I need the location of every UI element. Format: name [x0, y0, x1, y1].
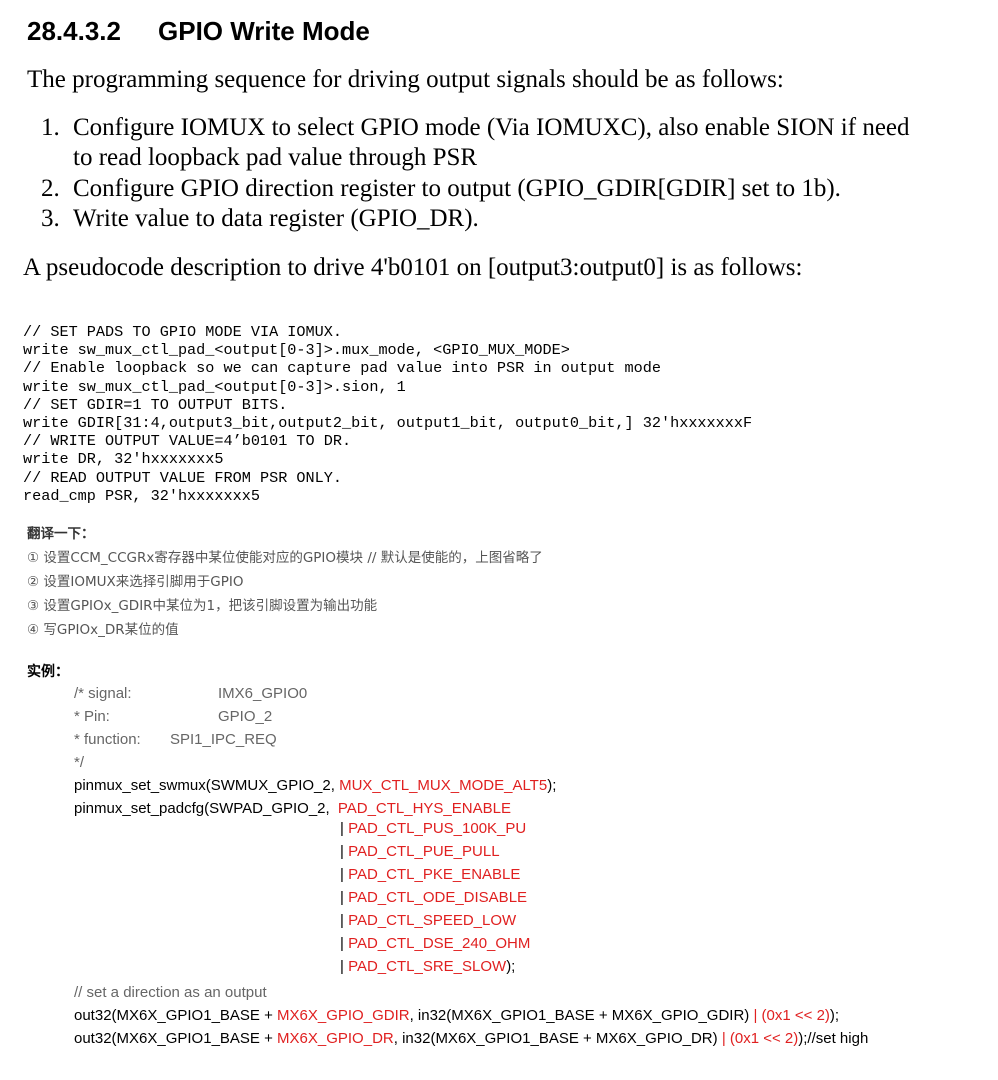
comment-signal-label: /* signal:	[74, 685, 132, 702]
code-segment: , in32(MX6X_GPIO1_BASE + MX6X_GPIO_GDIR)	[409, 1007, 754, 1024]
padcfg-end: );	[506, 958, 516, 975]
pseudocode-intro: A pseudocode description to drive 4'b010…	[23, 254, 803, 281]
swmux-suffix: );	[547, 777, 557, 794]
code-line: // WRITE OUTPUT VALUE=4’b0101 TO DR.	[23, 432, 352, 451]
padcfg-flag-line: | PAD_CTL_PUS_100K_PU	[340, 820, 526, 837]
code-line: // SET GDIR=1 TO OUTPUT BITS.	[23, 395, 288, 414]
flag-separator: |	[340, 843, 349, 860]
code-register: MX6X_GPIO_DR	[277, 1030, 394, 1047]
comment-function-value: SPI1_IPC_REQ	[170, 731, 277, 748]
swmux-mode: MUX_CTL_MUX_MODE_ALT5	[339, 777, 548, 794]
section-title: GPIO Write Mode	[158, 16, 370, 46]
step-text: Configure IOMUX to select GPIO mode (Via…	[73, 114, 910, 141]
code-bitmask: | (0x1 << 2)	[721, 1030, 799, 1047]
comment-signal-value: IMX6_GPIO0	[218, 685, 308, 702]
comment-function-label: * function:	[74, 731, 141, 748]
step-number: 2.	[41, 175, 60, 202]
flag-separator: |	[340, 958, 349, 975]
direction-comment: // set a direction as an output	[74, 984, 267, 1001]
code-line: // SET PADS TO GPIO MODE VIA IOMUX.	[23, 323, 342, 341]
code-line: write GDIR[31:4,output3_bit,output2_bit,…	[23, 413, 753, 432]
swmux-prefix: pinmux_set_swmux(SWMUX_GPIO_2,	[74, 777, 340, 794]
padcfg-prefix: pinmux_set_padcfg(SWPAD_GPIO_2,	[74, 800, 334, 817]
padcfg-flag: PAD_CTL_PUE_PULL	[348, 843, 500, 860]
translation-title: 翻译一下：	[27, 526, 95, 542]
section-number: 28.4.3.2	[27, 16, 121, 46]
code-line: write DR, 32'hxxxxxxx5	[23, 450, 224, 469]
code-line: write sw_mux_ctl_pad_<output[0-3]>.mux_m…	[23, 341, 570, 360]
padcfg-flag-line: | PAD_CTL_PUE_PULL	[340, 843, 500, 860]
padcfg-flag-line: | PAD_CTL_PKE_ENABLE	[340, 866, 520, 883]
padcfg-flag: PAD_CTL_DSE_240_OHM	[348, 935, 531, 952]
padcfg-flag: PAD_CTL_PUS_100K_PU	[348, 820, 527, 837]
padcfg-flag-line: | PAD_CTL_ODE_DISABLE	[340, 889, 527, 906]
translation-item-2: ② 设置IOMUX来选择引脚用于GPIO	[27, 574, 244, 590]
translation-item-1: ① 设置CCM_CCGRx寄存器中某位使能对应的GPIO模块 // 默认是使能的…	[27, 550, 543, 566]
translation-item-3: ③ 设置GPIOx_GDIR中某位为1，把该引脚设置为输出功能	[27, 598, 378, 614]
flag-separator: |	[340, 935, 349, 952]
example-title: 实例：	[27, 664, 69, 680]
comment-close: */	[74, 754, 85, 771]
padcfg-flag-line: | PAD_CTL_DSE_240_OHM	[340, 935, 530, 952]
code-segment: , in32(MX6X_GPIO1_BASE + MX6X_GPIO_DR)	[393, 1030, 722, 1047]
out32-gdir-line: out32(MX6X_GPIO1_BASE + MX6X_GPIO_GDIR, …	[74, 1007, 839, 1024]
out32-dr-line: out32(MX6X_GPIO1_BASE + MX6X_GPIO_DR, in…	[74, 1030, 868, 1047]
translation-item-4: ④ 写GPIOx_DR某位的值	[27, 622, 179, 638]
padcfg-flag: PAD_CTL_SPEED_LOW	[348, 912, 517, 929]
code-segment: );//set high	[798, 1030, 869, 1047]
step-text: Configure GPIO direction register to out…	[73, 175, 841, 202]
step-number: 1.	[41, 114, 60, 141]
code-segment: out32(MX6X_GPIO1_BASE +	[74, 1030, 278, 1047]
flag-separator: |	[340, 820, 349, 837]
code-line: read_cmp PSR, 32'hxxxxxxx5	[23, 486, 260, 505]
swmux-call: pinmux_set_swmux(SWMUX_GPIO_2, MUX_CTL_M…	[74, 777, 556, 794]
flag-separator: |	[340, 866, 349, 883]
step-text-continued: to read loopback pad value through PSR	[73, 144, 478, 171]
flag-separator: |	[340, 889, 349, 906]
padcfg-call: pinmux_set_padcfg(SWPAD_GPIO_2, PAD_CTL_…	[74, 800, 511, 817]
comment-pin-value: GPIO_2	[218, 708, 273, 725]
padcfg-flag-line: | PAD_CTL_SPEED_LOW	[340, 912, 516, 929]
intro-paragraph: The programming sequence for driving out…	[27, 66, 784, 93]
padcfg-flag: PAD_CTL_HYS_ENABLE	[337, 800, 511, 817]
code-line: write sw_mux_ctl_pad_<output[0-3]>.sion,…	[23, 377, 406, 396]
padcfg-flag: PAD_CTL_SRE_SLOW	[348, 958, 507, 975]
padcfg-flag: PAD_CTL_PKE_ENABLE	[348, 866, 521, 883]
pseudocode-block: // SET PADS TO GPIO MODE VIA IOMUX. write…	[23, 323, 752, 505]
padcfg-flag-line: | PAD_CTL_SRE_SLOW);	[340, 958, 515, 975]
code-segment: out32(MX6X_GPIO1_BASE +	[74, 1007, 278, 1024]
comment-pin-label: * Pin:	[74, 708, 110, 725]
padcfg-flag: PAD_CTL_ODE_DISABLE	[348, 889, 528, 906]
code-bitmask: | (0x1 << 2)	[753, 1007, 830, 1024]
code-register: MX6X_GPIO_GDIR	[277, 1007, 410, 1024]
step-number: 3.	[41, 205, 60, 232]
code-line: // Enable loopback so we can capture pad…	[23, 359, 661, 378]
code-line: // READ OUTPUT VALUE FROM PSR ONLY.	[23, 468, 342, 487]
code-segment: );	[829, 1007, 840, 1024]
section-heading: 28.4.3.2 GPIO Write Mode	[27, 16, 370, 47]
flag-separator: |	[340, 912, 349, 929]
step-text: Write value to data register (GPIO_DR).	[73, 205, 479, 232]
